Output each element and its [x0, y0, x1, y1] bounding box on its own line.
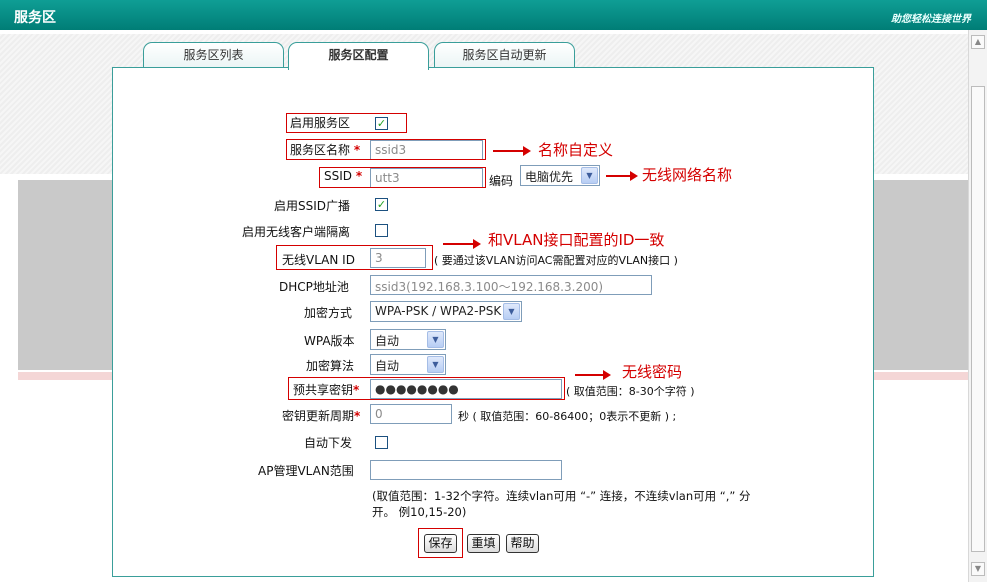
- encryption-algorithm-label: 加密算法: [306, 359, 355, 373]
- ssid-broadcast-checkbox[interactable]: ✓: [375, 198, 388, 211]
- encryption-algorithm-value: 自动: [375, 359, 400, 373]
- vlan-id-input[interactable]: 3: [370, 248, 426, 268]
- arrow-psk: [575, 370, 611, 380]
- ssid-broadcast-label: 启用SSID广播: [274, 199, 351, 213]
- tab-service-list[interactable]: 服务区列表: [143, 42, 284, 69]
- auto-issue-label: 自动下发: [304, 436, 353, 450]
- annotation-name: 名称自定义: [538, 141, 614, 159]
- psk-label: 预共享密钥*: [293, 383, 360, 397]
- service-name-input[interactable]: ssid3: [370, 140, 483, 160]
- encryption-mode-select[interactable]: WPA-PSK / WPA2-PSK ▼: [370, 301, 522, 322]
- rekey-period-label: 密钥更新周期*: [282, 409, 361, 423]
- arrow-name: [493, 146, 531, 156]
- annotation-ssid: 无线网络名称: [642, 166, 733, 184]
- wpa-version-label: WPA版本: [304, 334, 355, 348]
- page-title: 服务区: [14, 10, 56, 26]
- brand-slogan: 助您轻松连接世界: [891, 14, 971, 25]
- chevron-down-icon: ▼: [427, 356, 444, 373]
- vlan-hint: ( 要通过该VLAN访问AC需配置对应的VLAN接口 ): [434, 254, 678, 267]
- client-isolation-checkbox[interactable]: [375, 224, 388, 237]
- encryption-mode-value: WPA-PSK / WPA2-PSK: [375, 304, 502, 318]
- encoding-value: 电脑优先: [525, 170, 574, 184]
- psk-hint: ( 取值范围：8-30个字符 ): [566, 385, 695, 398]
- wpa-version-value: 自动: [375, 334, 400, 348]
- wpa-version-select[interactable]: 自动 ▼: [370, 329, 446, 350]
- arrow-vlan: [443, 239, 481, 249]
- chevron-down-icon: ▼: [581, 167, 598, 184]
- psk-input[interactable]: ●●●●●●●●: [370, 379, 562, 399]
- annotation-psk: 无线密码: [622, 363, 683, 381]
- encoding-label: 编码: [489, 174, 514, 188]
- ap-vlan-range-input[interactable]: [370, 460, 562, 480]
- tab-service-auto-update[interactable]: 服务区自动更新: [434, 42, 575, 69]
- dhcp-pool-label: DHCP地址池: [279, 280, 349, 294]
- encryption-mode-label: 加密方式: [304, 306, 353, 320]
- encryption-algorithm-select[interactable]: 自动 ▼: [370, 354, 446, 375]
- arrow-ssid: [606, 171, 638, 181]
- ssid-input[interactable]: utt3: [370, 168, 483, 188]
- scroll-up-icon[interactable]: ▲: [971, 35, 985, 49]
- save-button[interactable]: 保存: [424, 534, 457, 553]
- chevron-down-icon: ▼: [427, 331, 444, 348]
- tab-service-config[interactable]: 服务区配置: [288, 42, 429, 70]
- enable-service-label: 启用服务区: [290, 116, 351, 130]
- annotation-vlan: 和VLAN接口配置的ID一致: [488, 231, 665, 249]
- enable-service-checkbox[interactable]: ✓: [375, 117, 388, 130]
- ap-vlan-note-line2: 开。 例10,15-20): [372, 505, 467, 519]
- rekey-period-hint: 秒 ( 取值范围：60-86400；0表示不更新 ) ;: [458, 410, 677, 423]
- vlan-id-label: 无线VLAN ID: [282, 253, 355, 267]
- vertical-scrollbar[interactable]: ▲ ▼: [968, 30, 987, 582]
- help-button[interactable]: 帮助: [506, 534, 539, 553]
- client-isolation-label: 启用无线客户端隔离: [242, 225, 351, 239]
- ssid-label: SSID *: [324, 169, 363, 183]
- rekey-period-input[interactable]: 0: [370, 404, 452, 424]
- auto-issue-checkbox[interactable]: [375, 436, 388, 449]
- title-bar: 服务区 助您轻松连接世界: [0, 0, 987, 30]
- scroll-down-icon[interactable]: ▼: [971, 562, 985, 576]
- service-name-label: 服务区名称 *: [290, 143, 361, 157]
- dhcp-pool-input[interactable]: ssid3(192.168.3.100～192.168.3.200): [370, 275, 652, 295]
- ap-vlan-range-label: AP管理VLAN范围: [258, 464, 354, 478]
- encoding-select[interactable]: 电脑优先 ▼: [520, 165, 600, 186]
- reset-button[interactable]: 重填: [467, 534, 500, 553]
- scroll-thumb[interactable]: [971, 86, 985, 552]
- chevron-down-icon: ▼: [503, 303, 520, 320]
- ap-vlan-note-line1: (取值范围：1-32个字符。连续vlan可用 “-” 连接，不连续vlan可用 …: [372, 489, 751, 503]
